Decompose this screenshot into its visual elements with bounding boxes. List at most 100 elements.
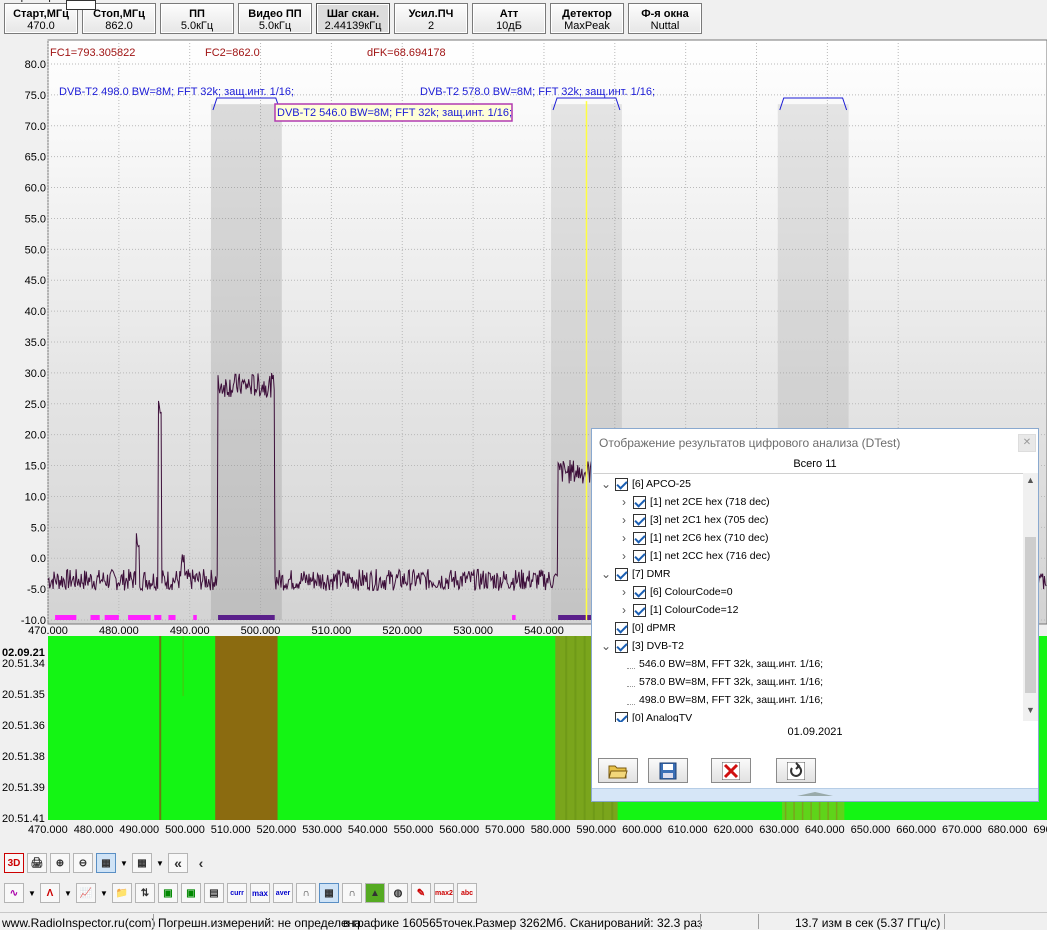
dtest-dialog[interactable]: Отображение результатов цифрового анализ… [591,428,1039,802]
chevron-down-icon[interactable]: ⌄ [601,565,611,583]
tree-node-label: [3] net 2C1 hex (705 dec) [650,514,769,526]
abc-button[interactable]: abc [457,883,477,903]
waterfall-x-tick: 560.000 [439,824,479,836]
param-button-2[interactable]: ПП 5.0кГц [160,3,234,34]
waterfall-channel [215,636,278,820]
chart-icon[interactable]: 📈 [76,883,96,903]
aver-button[interactable]: aver [273,883,293,903]
node-checkbox[interactable] [633,603,646,617]
chevron-right-icon[interactable]: › [619,583,629,601]
tree-node[interactable]: › [6] ColourCode=0 [619,583,733,601]
result-tree[interactable]: ⌄ [6] APCO-25 › [1] net 2CE hex (718 dec) ›[… [593,473,1023,722]
tree-node[interactable]: [0] AnalogTV [601,709,692,722]
node-checkbox[interactable] [615,621,628,635]
tree-node[interactable]: › [1] ColourCode=12 [619,601,738,619]
3d-view-button[interactable]: 3D [4,853,24,873]
chevron-right-icon[interactable]: › [619,493,629,511]
disk-icon[interactable]: ◍ [388,883,408,903]
collapse-left-button[interactable]: « [168,853,188,873]
scrollbar-thumb[interactable] [1025,537,1036,693]
scroll-down-icon[interactable]: ▼ [1023,705,1038,719]
max2-button[interactable]: max2 [434,883,454,903]
chevron-right-icon[interactable]: › [619,529,629,547]
paste-icon[interactable]: ▣ [181,883,201,903]
close-icon[interactable]: ✕ [1018,434,1036,452]
tree-node[interactable]: › [1] net 2C6 hex (710 dec) [619,529,769,547]
tree-node[interactable]: 546.0 BW=8M, FFT 32k, защ.инт. 1/16; [627,655,823,673]
tree-node[interactable]: › [1] net 2CC hex (716 dec) [619,547,770,565]
chevron-down-icon[interactable]: ⌄ [601,475,611,493]
node-checkbox[interactable] [633,531,646,545]
folder-icon[interactable]: 📁 [112,883,132,903]
zoom-out-icon[interactable]: ⊖ [73,853,93,873]
tree-node[interactable]: › [1] net 2CE hex (718 dec) [619,493,770,511]
param-button-7[interactable]: Детектор MaxPeak [550,3,624,34]
tree-node[interactable]: [0] dPMR [601,619,676,637]
parameter-grip[interactable] [66,0,96,10]
chevron-right-icon[interactable]: › [619,547,629,565]
node-checkbox[interactable] [633,549,646,563]
zoom-in-icon[interactable]: ⊕ [50,853,70,873]
scroll-up-icon[interactable]: ▲ [1023,475,1038,489]
chevron-down-icon[interactable]: ▼ [155,853,165,873]
tree-node[interactable]: ⌄ [7] DMR [601,565,671,583]
chevron-down-icon[interactable]: ▼ [63,883,73,903]
chevron-right-icon[interactable]: › [619,511,629,529]
lambda-icon[interactable]: Λ [40,883,60,903]
node-checkbox[interactable] [633,495,646,509]
chevron-down-icon[interactable]: ▼ [27,883,37,903]
open-folder-button[interactable] [598,758,638,783]
copy-icon[interactable]: ▣ [158,883,178,903]
node-checkbox[interactable] [615,711,628,722]
print-icon[interactable]: 🖨 [27,853,47,873]
delete-button[interactable] [711,758,751,783]
max-button[interactable]: max [250,883,270,903]
tree-node[interactable]: 498.0 BW=8M, FFT 32k, защ.инт. 1/16; [627,691,823,709]
status-bar: www.RadioInspector.ru(com) Погрешн.измер… [0,912,1047,930]
refresh-button[interactable] [776,758,816,783]
dialog-title[interactable]: Отображение результатов цифрового анализ… [592,429,1038,457]
param-button-6[interactable]: Атт 10дБ [472,3,546,34]
waterfall-x-tick: 620.000 [714,824,754,836]
tree-node[interactable]: 578.0 BW=8M, FFT 32k, защ.инт. 1/16; [627,673,823,691]
param-button-value: 5.0кГц [180,20,214,32]
export-icon[interactable]: ⇅ [135,883,155,903]
chevron-right-icon[interactable]: › [619,601,629,619]
mark-icon[interactable]: ✎ [411,883,431,903]
waves-icon[interactable]: ∩ [296,883,316,903]
bell-icon[interactable]: ∩ [342,883,362,903]
waterfall-time: 20.51.34 [2,658,45,670]
peak-icon[interactable]: ▦ [319,883,339,903]
node-checkbox[interactable] [615,639,628,653]
tree-scrollbar[interactable]: ▲ ▼ [1023,473,1038,721]
color-icon[interactable]: ▲ [365,883,385,903]
node-checkbox[interactable] [615,477,628,491]
tree-node[interactable]: ⌄ [3] DVB-T2 [601,637,684,655]
grid2-icon[interactable]: ▦ [132,853,152,873]
tree-node[interactable]: ⌄ [6] APCO-25 [601,475,691,493]
marker-readout: dFK=68.694178 [367,47,446,59]
param-button-8[interactable]: Ф-я окна Nuttal [628,3,702,34]
save-button[interactable] [648,758,688,783]
x-tick-label: 510.000 [312,625,352,636]
toolbar-functions: ∿ ▼ Λ ▼ 📈 ▼ 📁 ⇅ ▣ ▣ ▤ curr max aver ∩ ▦ … [4,882,480,904]
signal-marker [55,615,77,620]
curr-button[interactable]: curr [227,883,247,903]
chevron-down-icon[interactable]: ▼ [119,853,129,873]
tree-node[interactable]: › [3] net 2C1 hex (705 dec) [619,511,769,529]
node-checkbox[interactable] [633,585,646,599]
chevron-down-icon[interactable]: ⌄ [601,637,611,655]
dialog-footer-grip[interactable] [592,788,1038,801]
chevron-down-icon[interactable]: ▼ [99,883,109,903]
graph-icon[interactable]: ▤ [204,883,224,903]
param-button-5[interactable]: Усил.ПЧ 2 [394,3,468,34]
param-button-3[interactable]: Видео ПП 5.0кГц [238,3,312,34]
spectrum-icon[interactable]: ∿ [4,883,24,903]
node-checkbox[interactable] [633,513,646,527]
scroll-left-button[interactable]: ‹ [191,853,211,873]
node-checkbox[interactable] [615,567,628,581]
waterfall-time: 20.51.35 [2,689,45,701]
grid-icon[interactable]: ▦ [96,853,116,873]
status-points: в графике 160565точек. [343,916,476,930]
param-button-4[interactable]: Шаг скан. 2.44139кГц [316,3,390,34]
